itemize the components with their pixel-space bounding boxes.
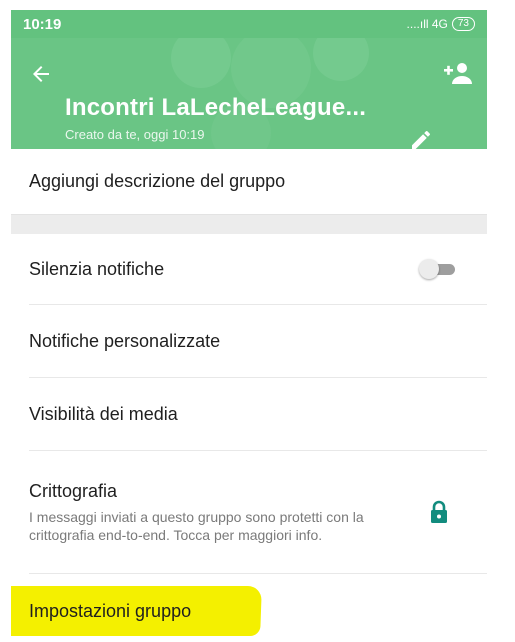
- battery-level: 73: [457, 18, 469, 29]
- status-indicators: ....ıll 4G 73: [407, 17, 475, 31]
- encryption-description: I messaggi inviati a questo gruppo sono …: [29, 508, 364, 543]
- group-title: Incontri LaLecheLeague...: [65, 94, 367, 121]
- media-visibility-label: Visibilità dei media: [29, 403, 178, 424]
- group-subtitle: Creato da te, oggi 10:19: [65, 127, 205, 142]
- status-time: 10:19: [23, 15, 62, 33]
- signal-indicator: ....ıll 4G: [406, 17, 448, 31]
- media-visibility-row[interactable]: Visibilità dei media: [11, 378, 487, 450]
- custom-notifications-label: Notifiche personalizzate: [29, 330, 221, 351]
- encryption-row[interactable]: Crittografia I messaggi inviati a questo…: [11, 451, 487, 573]
- add-description-label: Aggiungi descrizione del gruppo: [29, 171, 286, 191]
- group-header: Incontri LaLecheLeague... Creato da te, …: [11, 38, 487, 149]
- add-description-row[interactable]: Aggiungi descrizione del gruppo: [11, 149, 487, 214]
- mute-notifications-row[interactable]: Silenzia notifiche: [11, 234, 487, 304]
- group-settings-row[interactable]: Impostazioni gruppo: [11, 574, 487, 642]
- encryption-title: Crittografia: [29, 480, 118, 501]
- arrow-left-icon[interactable]: [29, 62, 53, 86]
- lock-icon: [431, 500, 447, 523]
- battery-icon: 73: [451, 17, 475, 31]
- status-bar: 10:19 ....ıll 4G 73: [11, 10, 487, 38]
- group-settings-label: Impostazioni gruppo: [29, 600, 192, 621]
- section-gap: [11, 214, 487, 234]
- toggle-thumb: [419, 259, 439, 279]
- person-add-icon[interactable]: [441, 60, 475, 86]
- group-info-screen: 10:19 ....ıll 4G 73 Incontri LaLecheLeag…: [11, 10, 487, 642]
- custom-notifications-row[interactable]: Notifiche personalizzate: [11, 305, 487, 377]
- mute-toggle[interactable]: [419, 259, 455, 279]
- mute-notifications-label: Silenzia notifiche: [29, 258, 165, 279]
